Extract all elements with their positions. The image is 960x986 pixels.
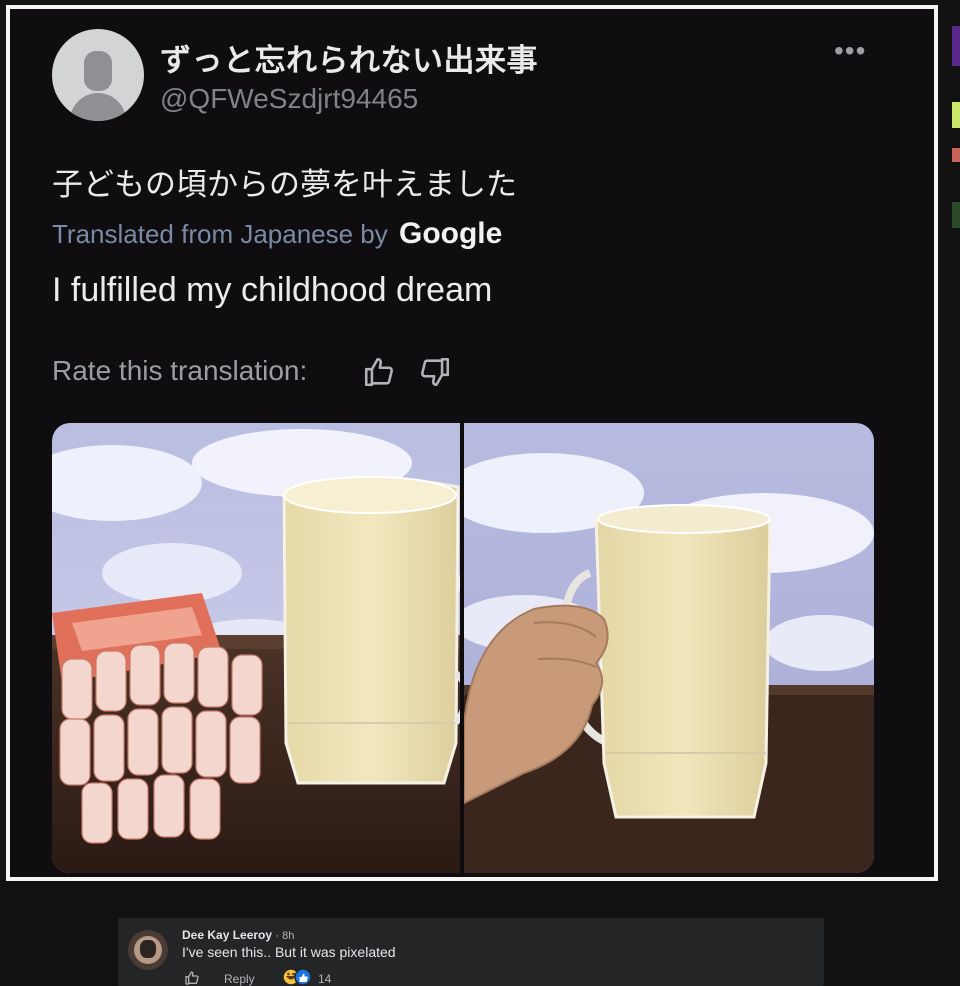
- google-wordmark: Google: [399, 217, 503, 250]
- tweet-screenshot-frame: ずっと忘れられない出来事 @QFWeSzdjrt94465 ••• 子どもの頃か…: [6, 5, 938, 881]
- more-horizontal-icon[interactable]: •••: [834, 35, 866, 67]
- thumbs-up-icon[interactable]: [362, 355, 396, 389]
- side-accent-darkgreen: [952, 202, 960, 228]
- tweet-media[interactable]: [52, 423, 874, 873]
- avatar-hair-shape: [140, 940, 156, 958]
- comment-time[interactable]: · 8h: [275, 930, 294, 942]
- translation-attribution: Translated from Japanese by Google: [52, 217, 502, 251]
- reply-button[interactable]: Reply: [224, 972, 255, 986]
- commenter-avatar[interactable]: [128, 930, 168, 970]
- comment-text: I've seen this.. But it was pixelated: [182, 944, 396, 960]
- comment-author[interactable]: Dee Kay Leeroy: [182, 928, 272, 942]
- translated-from-label: Translated from Japanese by: [52, 219, 388, 249]
- display-name[interactable]: ずっと忘れられない出来事: [160, 35, 538, 80]
- thumbs-down-icon[interactable]: [418, 355, 452, 389]
- user-handle[interactable]: @QFWeSzdjrt94465: [160, 83, 418, 115]
- photo-hand-holding-milk-glass[interactable]: [464, 423, 874, 873]
- avatar-body-shape: [70, 93, 126, 121]
- side-accent-red: [952, 148, 960, 162]
- photo-milk-glass-with-bottles[interactable]: [52, 423, 460, 873]
- reaction-count[interactable]: 14: [318, 972, 331, 986]
- reaction-icons[interactable]: [282, 968, 318, 986]
- avatar-head-shape: [84, 51, 112, 91]
- avatar[interactable]: [52, 29, 144, 121]
- tweet-translation: I fulfilled my childhood dream: [52, 271, 493, 309]
- tweet-original-text: 子どもの頃からの夢を叶えました: [52, 167, 517, 203]
- rate-translation-label: Rate this translation:: [52, 355, 308, 386]
- side-accent-purple: [952, 26, 960, 66]
- comment-author-line: Dee Kay Leeroy · 8h: [182, 928, 294, 942]
- tweet-card: ずっと忘れられない出来事 @QFWeSzdjrt94465 ••• 子どもの頃か…: [10, 9, 934, 877]
- side-accent-green: [952, 102, 960, 128]
- like-icon[interactable]: [184, 970, 200, 986]
- comment-card: Dee Kay Leeroy · 8h I've seen this.. But…: [118, 918, 824, 986]
